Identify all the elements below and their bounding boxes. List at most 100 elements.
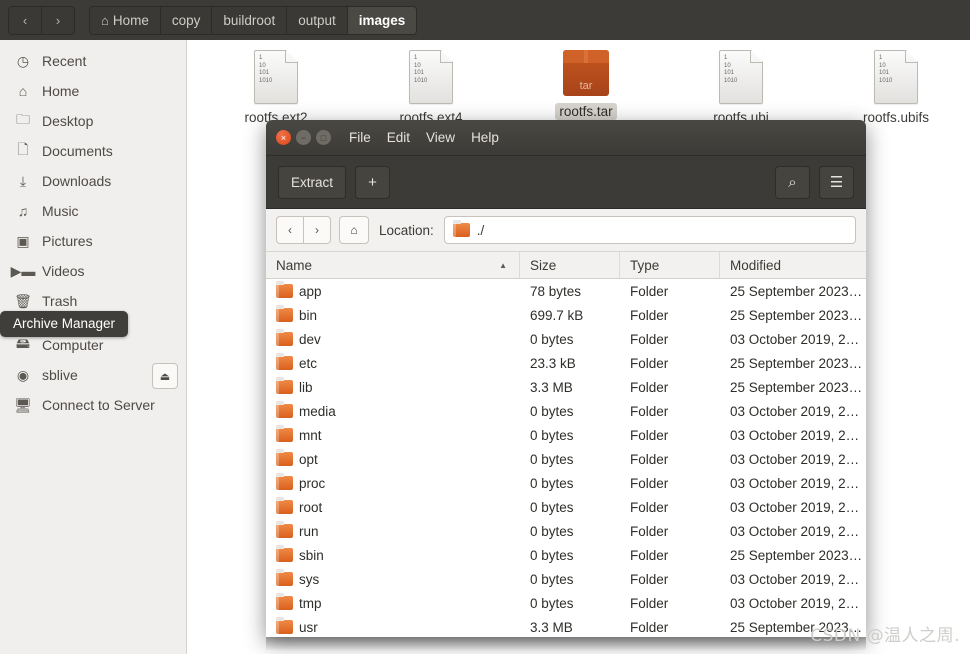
forward-button[interactable]: › bbox=[41, 5, 75, 35]
column-header-size[interactable]: Size bbox=[520, 252, 620, 278]
column-header-name[interactable]: Name ▲ bbox=[266, 252, 520, 278]
clock-icon: ◷ bbox=[16, 52, 30, 69]
table-row[interactable]: app 78 bytes Folder 25 September 2023… bbox=[266, 279, 866, 303]
sidebar-item-videos[interactable]: ▶▬ Videos bbox=[0, 256, 186, 286]
row-name-cell: run bbox=[266, 521, 520, 539]
location-bar: ‹ › ⌂ Location: ./ bbox=[266, 209, 866, 252]
menu-file[interactable]: File bbox=[349, 130, 371, 145]
table-row[interactable]: proc 0 bytes Folder 03 October 2019, 2… bbox=[266, 471, 866, 495]
sidebar-item-pictures[interactable]: ▣ Pictures bbox=[0, 226, 186, 256]
breadcrumb-item-copy[interactable]: copy bbox=[160, 6, 213, 34]
table-row[interactable]: usr 3.3 MB Folder 25 September 2023… bbox=[266, 615, 866, 637]
breadcrumb-label: output bbox=[298, 12, 336, 28]
sidebar-item-label: Music bbox=[42, 203, 79, 219]
window-titlebar[interactable]: × − □ File Edit View Help bbox=[266, 120, 866, 156]
tar-archive-icon: tar bbox=[563, 50, 609, 96]
maximize-icon[interactable]: □ bbox=[316, 130, 331, 145]
row-size: 78 bytes bbox=[530, 283, 582, 299]
sidebar-item-connect-to-server[interactable]: 🖥 Connect to Server bbox=[0, 390, 186, 420]
row-name: usr bbox=[299, 619, 318, 635]
eject-button[interactable]: ⏏ bbox=[152, 363, 178, 389]
archive-forward-button[interactable]: › bbox=[303, 216, 331, 244]
row-type: Folder bbox=[630, 571, 669, 587]
file-list[interactable]: app 78 bytes Folder 25 September 2023… bin 69… bbox=[266, 279, 866, 637]
back-button[interactable]: ‹ bbox=[8, 5, 41, 35]
menu-edit[interactable]: Edit bbox=[387, 130, 410, 145]
menu-help[interactable]: Help bbox=[471, 130, 499, 145]
table-row[interactable]: sys 0 bytes Folder 03 October 2019, 2… bbox=[266, 567, 866, 591]
sidebar-item-desktop[interactable]: 🗀 Desktop bbox=[0, 106, 186, 136]
row-name-cell: sbin bbox=[266, 545, 520, 563]
row-type: Folder bbox=[630, 283, 669, 299]
folder-icon bbox=[276, 329, 293, 346]
table-row[interactable]: dev 0 bytes Folder 03 October 2019, 2… bbox=[266, 327, 866, 351]
sidebar-item-recent[interactable]: ◷ Recent bbox=[0, 46, 186, 76]
nav-button-group: ‹ › bbox=[8, 5, 75, 35]
extract-button[interactable]: Extract bbox=[278, 165, 347, 199]
table-row[interactable]: mnt 0 bytes Folder 03 October 2019, 2… bbox=[266, 423, 866, 447]
row-name: tmp bbox=[299, 595, 322, 611]
breadcrumb-item-home[interactable]: ⌂ Home bbox=[90, 6, 161, 34]
table-row[interactable]: root 0 bytes Folder 03 October 2019, 2… bbox=[266, 495, 866, 519]
add-files-button[interactable]: + bbox=[355, 165, 391, 199]
sidebar-item-label: Trash bbox=[42, 293, 78, 309]
table-row[interactable]: bin 699.7 kB Folder 25 September 2023… bbox=[266, 303, 866, 327]
location-input[interactable]: ./ bbox=[443, 216, 856, 244]
row-type: Folder bbox=[630, 547, 669, 563]
row-size: 0 bytes bbox=[530, 523, 574, 539]
row-modified: 03 October 2019, 2… bbox=[730, 331, 860, 347]
column-header-type[interactable]: Type bbox=[620, 252, 720, 278]
file-item-rootfs-ubi[interactable]: 1 10 101 1010 rootfs.ubi bbox=[681, 50, 801, 127]
folder-icon bbox=[276, 401, 293, 418]
row-modified: 25 September 2023… bbox=[730, 379, 863, 395]
folder-icon bbox=[276, 353, 293, 370]
menu-view[interactable]: View bbox=[426, 130, 455, 145]
archive-home-icon[interactable]: ⌂ bbox=[339, 216, 369, 244]
breadcrumb-item-output[interactable]: output bbox=[287, 6, 348, 34]
row-name-cell: root bbox=[266, 497, 520, 515]
sidebar-item-label: Computer bbox=[42, 337, 104, 353]
row-type: Folder bbox=[630, 475, 669, 491]
sidebar-item-sblive[interactable]: ◉ sblive ⏏ bbox=[0, 360, 186, 390]
row-modified: 25 September 2023… bbox=[730, 283, 863, 299]
sidebar-item-downloads[interactable]: ⤓ Downloads bbox=[0, 166, 186, 196]
row-name-cell: app bbox=[266, 281, 520, 299]
file-item-rootfs-ext2[interactable]: 1 10 101 1010 rootfs.ext2 bbox=[216, 50, 336, 127]
row-name-cell: opt bbox=[266, 449, 520, 467]
breadcrumb-label: Home bbox=[112, 12, 149, 28]
file-item-rootfs-tar[interactable]: tar rootfs.tar bbox=[526, 46, 646, 121]
row-name-cell: proc bbox=[266, 473, 520, 491]
server-icon: 🖥 bbox=[14, 396, 32, 413]
hamburger-menu-icon[interactable]: ☰ bbox=[819, 165, 854, 199]
table-row[interactable]: media 0 bytes Folder 03 October 2019, 2… bbox=[266, 399, 866, 423]
file-item-rootfs-ext4[interactable]: 1 10 101 1010 rootfs.ext4 bbox=[371, 50, 491, 127]
breadcrumb-item-buildroot[interactable]: buildroot bbox=[212, 6, 288, 34]
column-header-modified[interactable]: Modified bbox=[720, 252, 866, 278]
table-row[interactable]: etc 23.3 kB Folder 25 September 2023… bbox=[266, 351, 866, 375]
row-modified: 03 October 2019, 2… bbox=[730, 451, 860, 467]
breadcrumb-label: images bbox=[358, 12, 406, 28]
search-icon[interactable]: ⌕ bbox=[775, 165, 810, 199]
table-row[interactable]: tmp 0 bytes Folder 03 October 2019, 2… bbox=[266, 591, 866, 615]
row-name-cell: bin bbox=[266, 305, 520, 323]
close-icon[interactable]: × bbox=[276, 130, 291, 145]
breadcrumb-label: buildroot bbox=[223, 12, 276, 28]
folder-icon bbox=[276, 449, 293, 466]
minimize-icon[interactable]: − bbox=[296, 130, 311, 145]
archive-back-button[interactable]: ‹ bbox=[276, 216, 303, 244]
binary-file-icon: 1 10 101 1010 bbox=[409, 50, 453, 104]
tar-seam bbox=[584, 50, 588, 63]
file-item-rootfs-ubifs[interactable]: 1 10 101 1010 rootfs.ubifs bbox=[836, 50, 956, 127]
table-row[interactable]: run 0 bytes Folder 03 October 2019, 2… bbox=[266, 519, 866, 543]
sidebar-item-music[interactable]: ♫ Music bbox=[0, 196, 186, 226]
sidebar-item-home[interactable]: ⌂ Home bbox=[0, 76, 186, 106]
table-row[interactable]: lib 3.3 MB Folder 25 September 2023… bbox=[266, 375, 866, 399]
file-label: rootfs.ubifs bbox=[862, 110, 930, 125]
table-row[interactable]: sbin 0 bytes Folder 25 September 2023… bbox=[266, 543, 866, 567]
table-row[interactable]: opt 0 bytes Folder 03 October 2019, 2… bbox=[266, 447, 866, 471]
row-name: sys bbox=[299, 571, 320, 587]
row-type: Folder bbox=[630, 451, 669, 467]
file-label: rootfs.tar bbox=[555, 103, 617, 120]
sidebar-item-documents[interactable]: 🗋 Documents bbox=[0, 136, 186, 166]
breadcrumb-item-images[interactable]: images bbox=[347, 6, 417, 34]
